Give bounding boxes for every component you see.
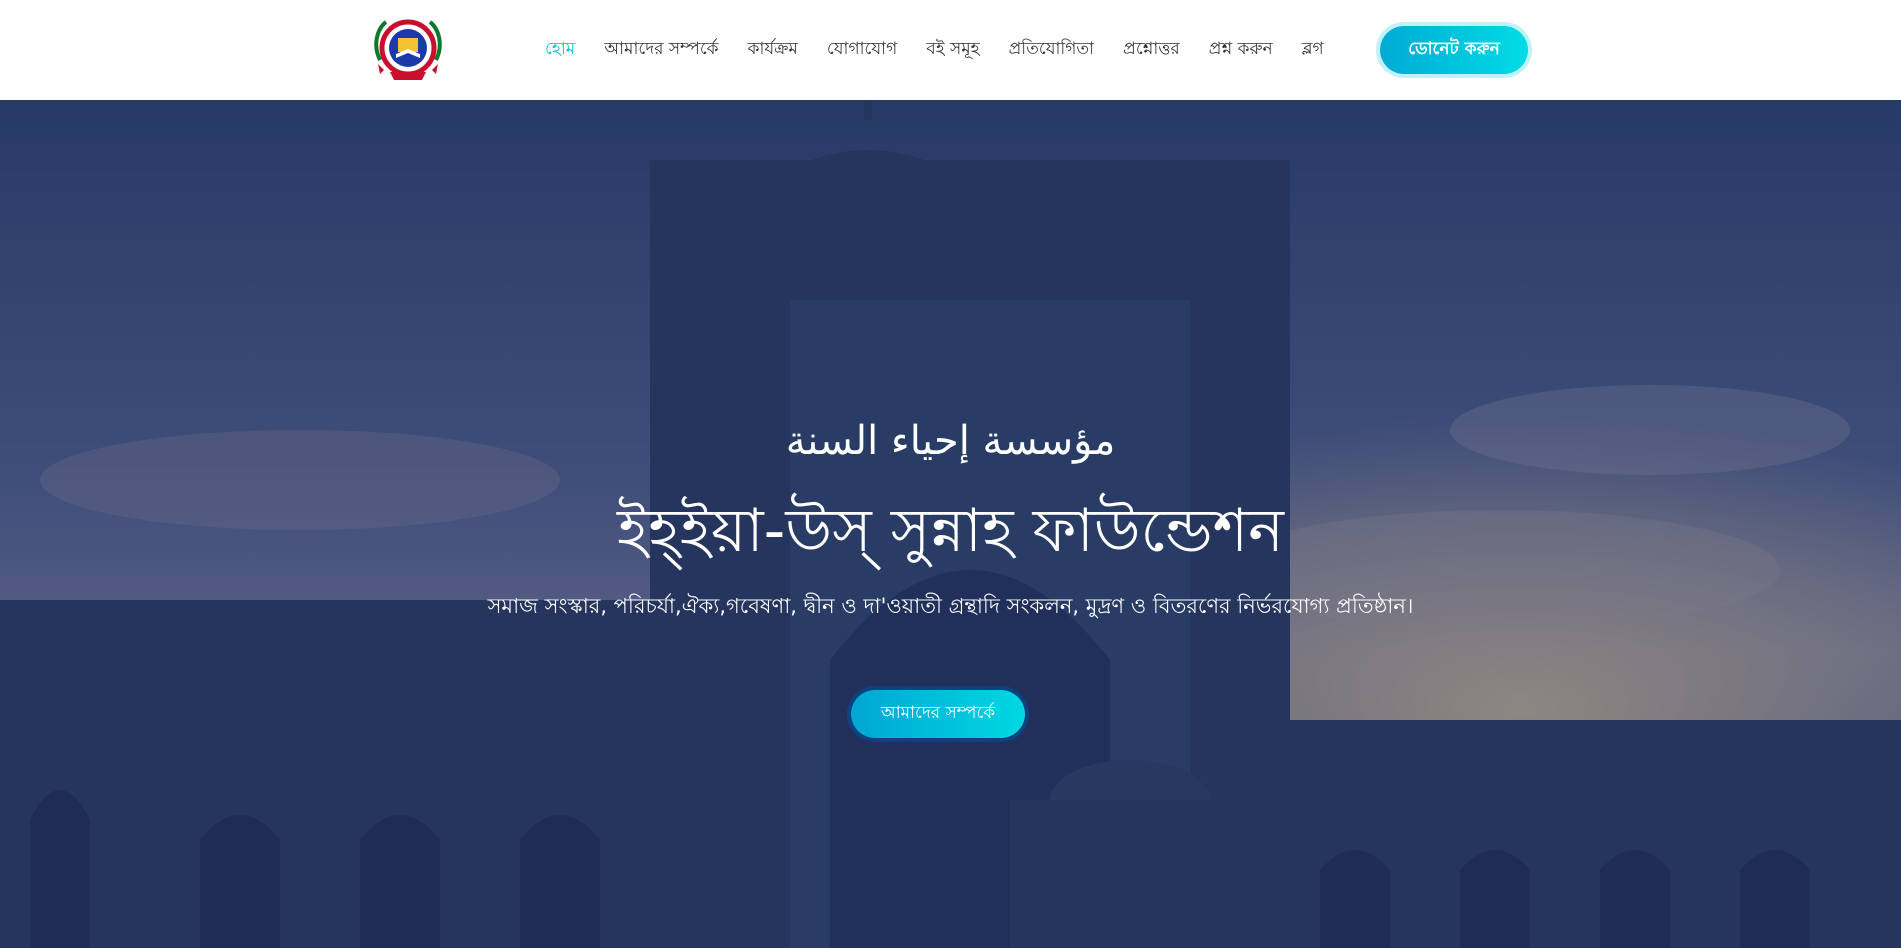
- site-header: হোম আমাদের সম্পর্কে কার্যক্রম যোগাযোগ বই…: [0, 0, 1901, 100]
- nav-home[interactable]: হোম: [545, 36, 575, 64]
- main-nav: হোম আমাদের সম্পর্কে কার্যক্রম যোগাযোগ বই…: [545, 0, 1324, 100]
- nav-qa[interactable]: প্রশ্নোত্তর: [1123, 36, 1180, 64]
- hero-content: مؤسسة إحياء السنة ইহ্ইয়া-উস্ সুন্নাহ ফা…: [0, 100, 1901, 948]
- logo-icon[interactable]: [368, 14, 448, 84]
- about-us-button[interactable]: আমাদের সম্পর্কে: [851, 690, 1025, 738]
- hero-subtitle: সমাজ সংস্কার, পরিচর্যা,ঐক্য,গবেষণা, দ্বী…: [487, 594, 1414, 618]
- nav-contact[interactable]: যোগাযোগ: [827, 36, 897, 64]
- nav-about[interactable]: আমাদের সম্পর্কে: [604, 36, 718, 64]
- hero-title: ইহ্ইয়া-উস্ সুন্নাহ ফাউন্ডেশন: [617, 496, 1284, 566]
- nav-activities[interactable]: কার্যক্রম: [748, 36, 798, 64]
- donate-button[interactable]: ডোনেট করুন: [1380, 26, 1528, 74]
- nav-blog[interactable]: ব্লগ: [1302, 36, 1324, 64]
- arabic-title: مؤسسة إحياء السنة: [785, 418, 1116, 464]
- nav-competition[interactable]: প্রতিযোগিতা: [1009, 36, 1095, 64]
- nav-ask-question[interactable]: প্রশ্ন করুন: [1209, 36, 1273, 64]
- nav-books[interactable]: বই সমূহ: [926, 36, 979, 64]
